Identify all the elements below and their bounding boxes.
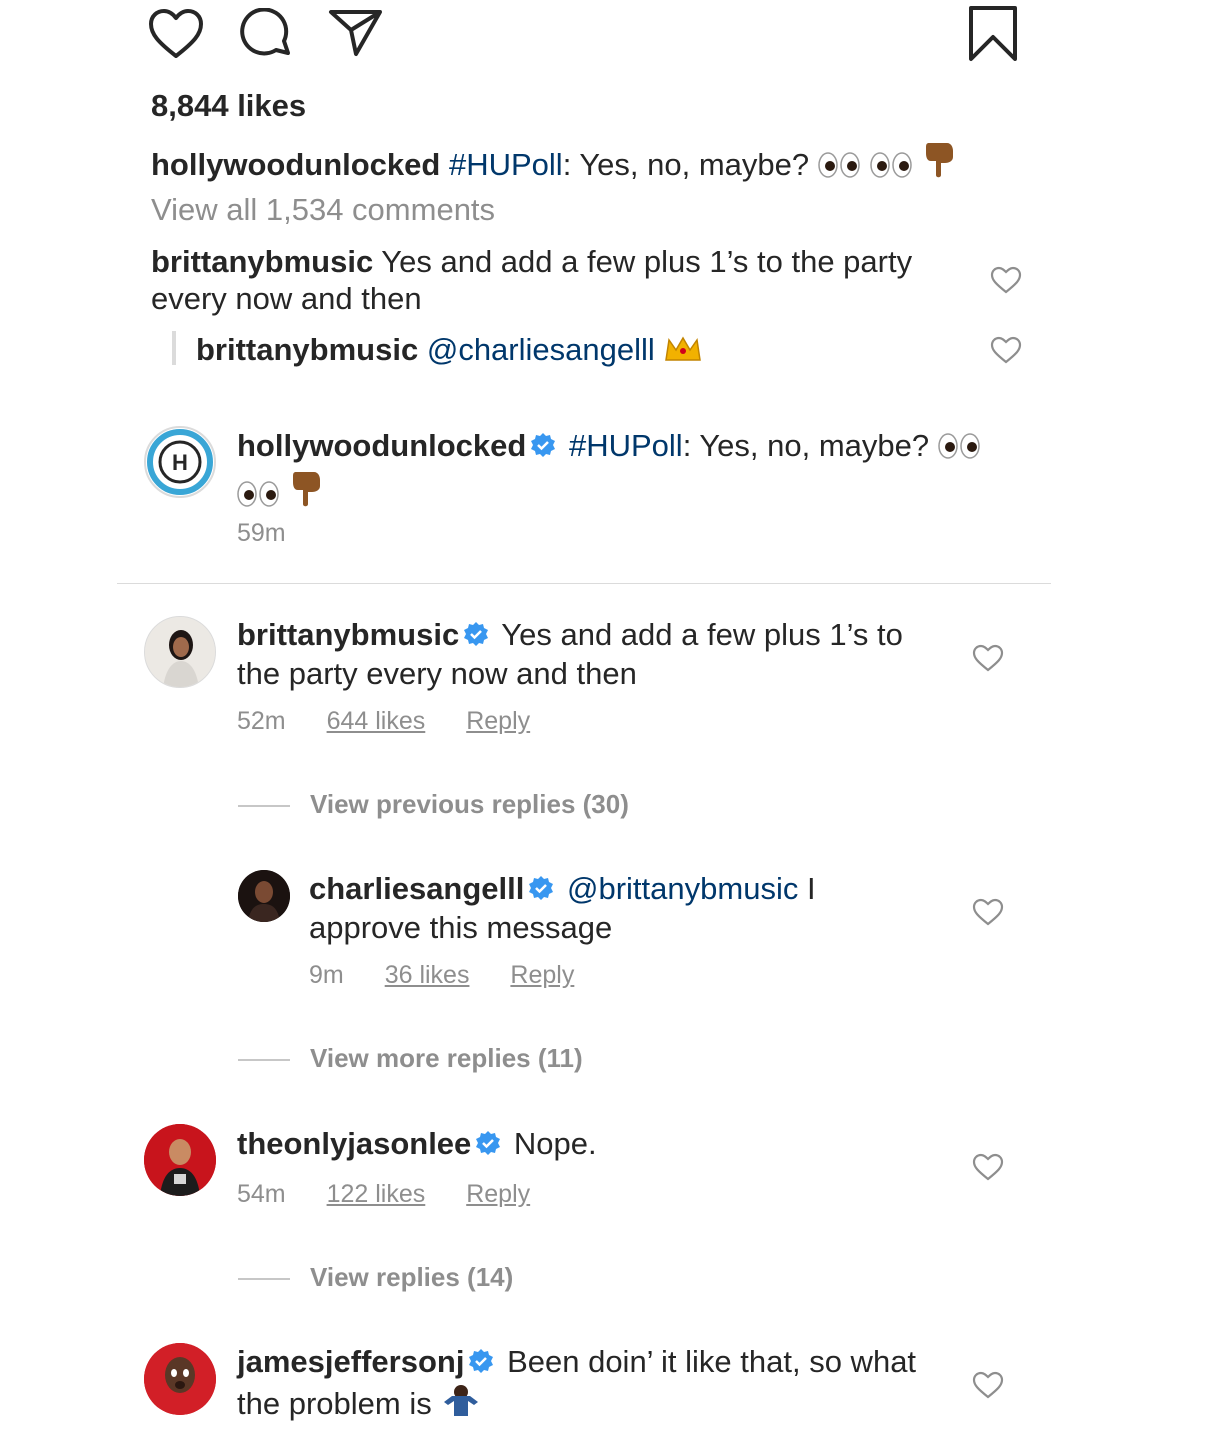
charliesangelll-avatar[interactable]: [238, 870, 290, 922]
caption-comment-username[interactable]: hollywoodunlocked: [237, 428, 526, 463]
eyes-emoji: [818, 150, 862, 187]
comment-time: 54m: [237, 1180, 286, 1208]
eyes-emoji: [237, 479, 281, 516]
comment-reply-button[interactable]: Reply: [466, 707, 530, 735]
eyes-emoji: [938, 431, 982, 468]
like-heart-icon[interactable]: [148, 8, 204, 60]
share-icon[interactable]: [328, 8, 384, 58]
reply-charliesangelll: charliesangelll @brittanybmusic I approv…: [309, 870, 909, 946]
caption-comment-hashtag[interactable]: #HUPoll: [569, 428, 683, 463]
jamesjeffersonj-avatar[interactable]: [144, 1343, 216, 1415]
view-more-replies-label: View more replies (11): [310, 1043, 583, 1073]
view-more-replies-button[interactable]: View more replies (11): [238, 1043, 583, 1074]
reply-meta: 9m 36 likes Reply: [309, 961, 574, 990]
comment-meta: 52m 644 likes Reply: [237, 707, 530, 736]
replies-line: [238, 1278, 290, 1281]
comment-brittanybmusic: brittanybmusic Yes and add a few plus 1’…: [237, 616, 947, 692]
caption-comment-time: 59m: [237, 519, 286, 547]
comment-like-icon[interactable]: [972, 1153, 1004, 1186]
reply-mention[interactable]: @brittanybmusic: [567, 871, 798, 906]
verified-icon: [530, 429, 556, 466]
comment-reply-button[interactable]: Reply: [466, 1180, 530, 1208]
theonlyjasonlee-avatar[interactable]: [144, 1124, 216, 1196]
comment-icon[interactable]: [238, 8, 294, 62]
comment-username[interactable]: theonlyjasonlee: [237, 1126, 471, 1161]
comment-like-icon[interactable]: [972, 1371, 1004, 1404]
comment-likes-link[interactable]: 644 likes: [327, 707, 426, 735]
view-replies-button[interactable]: View replies (14): [238, 1262, 513, 1293]
verified-icon: [475, 1127, 501, 1164]
preview-reply: brittanybmusic @charliesangelll: [196, 331, 703, 372]
brittanybmusic-avatar[interactable]: [144, 616, 216, 688]
comment-likes-link[interactable]: 122 likes: [327, 1180, 426, 1208]
caption-hashtag[interactable]: #HUPoll: [449, 147, 563, 182]
preview-comment: brittanybmusic Yes and add a few plus 1’…: [151, 243, 961, 317]
post-caption: hollywoodunlocked #HUPoll: Yes, no, mayb…: [151, 139, 957, 187]
comment-time: 52m: [237, 707, 286, 735]
verified-icon: [463, 618, 489, 655]
comment-jamesjeffersonj: jamesjeffersonj Been doin’ it like that,…: [237, 1343, 947, 1426]
view-all-comments-link[interactable]: View all 1,534 comments: [151, 191, 495, 228]
reply-time: 9m: [309, 961, 344, 989]
verified-icon: [528, 872, 554, 909]
point-down-emoji: [290, 468, 324, 516]
view-previous-replies-button[interactable]: View previous replies (30): [238, 789, 629, 820]
likes-count[interactable]: 8,844 likes: [151, 86, 306, 126]
replies-line: [238, 805, 290, 808]
verified-icon: [468, 1345, 494, 1382]
preview-comment-like-icon[interactable]: [990, 266, 1022, 299]
comment-username[interactable]: brittanybmusic: [237, 617, 459, 652]
hollywoodunlocked-avatar[interactable]: H: [144, 426, 216, 498]
caption-username[interactable]: hollywoodunlocked: [151, 147, 440, 182]
crown-emoji: [663, 334, 703, 372]
shrug-emoji: [440, 1382, 482, 1426]
reply-username[interactable]: charliesangelll: [309, 871, 524, 906]
eyes-emoji: [870, 150, 914, 187]
caption-comment-text: : Yes, no, maybe?: [682, 428, 930, 463]
svg-text:H: H: [172, 450, 188, 475]
preview-reply-divider: [172, 331, 176, 365]
view-replies-label: View replies (14): [310, 1262, 514, 1292]
replies-line: [238, 1059, 290, 1062]
reply-reply-button[interactable]: Reply: [510, 961, 574, 989]
preview-reply-username[interactable]: brittanybmusic: [196, 332, 418, 367]
preview-reply-mention[interactable]: @charliesangelll: [427, 332, 655, 367]
comment-text: Nope.: [513, 1126, 597, 1161]
caption-text: : Yes, no, maybe?: [562, 147, 810, 182]
view-previous-replies-label: View previous replies (30): [310, 789, 629, 819]
comment-theonlyjasonlee: theonlyjasonlee Nope.: [237, 1125, 947, 1164]
point-down-emoji: [923, 139, 957, 187]
comment-like-icon[interactable]: [972, 644, 1004, 677]
comment-meta: 54m 122 likes Reply: [237, 1180, 530, 1209]
preview-comment-username[interactable]: brittanybmusic: [151, 244, 373, 279]
bookmark-icon[interactable]: [968, 5, 1018, 63]
reply-like-icon[interactable]: [972, 898, 1004, 931]
section-divider: [117, 583, 1051, 584]
preview-reply-like-icon[interactable]: [990, 336, 1022, 369]
caption-comment: hollywoodunlocked #HUPoll: Yes, no, mayb…: [237, 427, 1007, 516]
comment-username[interactable]: jamesjeffersonj: [237, 1344, 464, 1379]
reply-likes-link[interactable]: 36 likes: [385, 961, 470, 989]
